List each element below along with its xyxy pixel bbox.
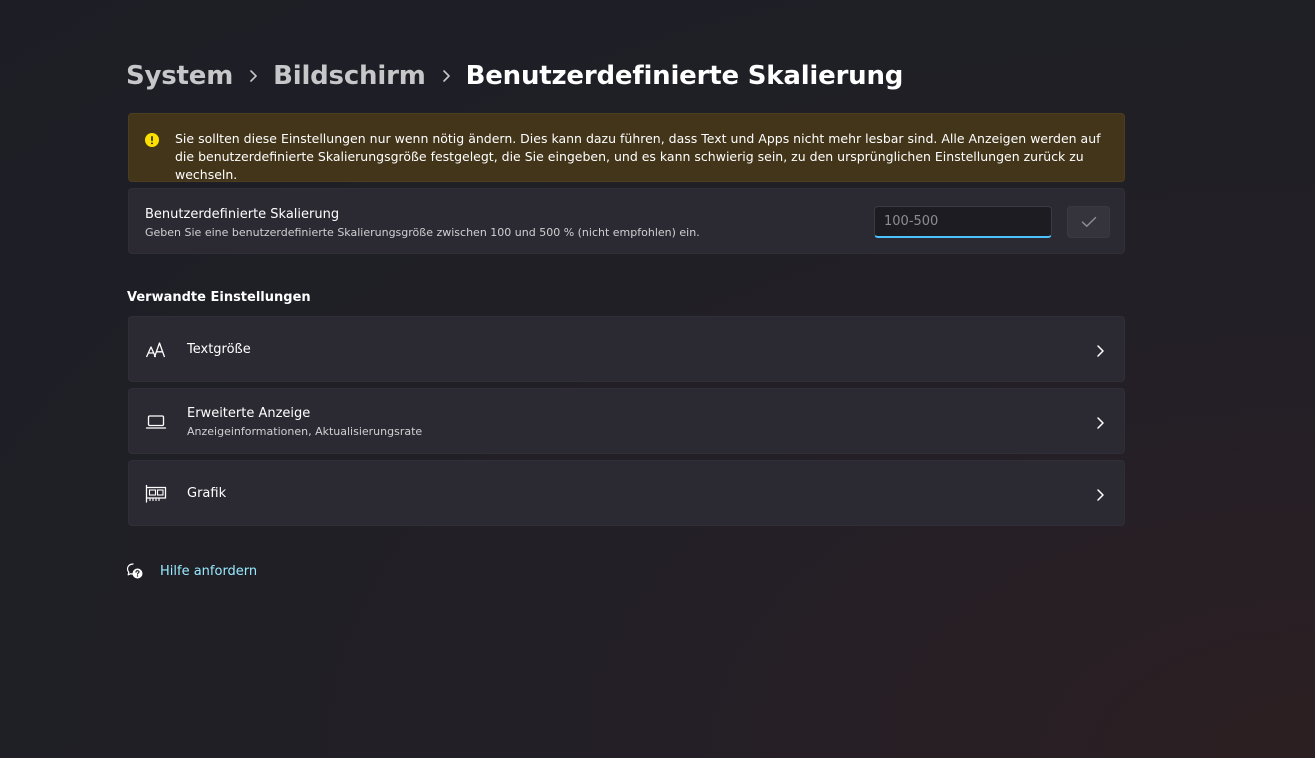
graphics-card-icon xyxy=(145,482,167,504)
page-title: Benutzerdefinierte Skalierung xyxy=(465,61,904,91)
custom-scaling-title: Benutzerdefinierte Skalierung xyxy=(145,207,340,222)
chevron-right-icon xyxy=(233,69,273,83)
warning-banner: Sie sollten diese Einstellungen nur wenn… xyxy=(128,113,1125,182)
custom-scaling-card: Benutzerdefinierte Skalierung Geben Sie … xyxy=(128,188,1125,254)
related-item-subtitle: Anzeigeinformationen, Aktualisierungsrat… xyxy=(187,425,423,438)
chevron-right-icon xyxy=(426,69,466,83)
related-item-advanced-display[interactable]: Erweiterte Anzeige Anzeigeinformationen,… xyxy=(128,388,1125,454)
help-section: Hilfe anfordern xyxy=(126,561,257,581)
scaling-input[interactable] xyxy=(874,206,1052,238)
checkmark-icon xyxy=(1081,216,1096,227)
text-size-icon xyxy=(145,338,167,360)
breadcrumb-item-system[interactable]: System xyxy=(126,61,233,91)
breadcrumb: System Bildschirm Benutzerdefinierte Ska… xyxy=(126,56,903,96)
related-item-label: Erweiterte Anzeige xyxy=(187,406,311,421)
help-link[interactable]: Hilfe anfordern xyxy=(160,564,257,579)
breadcrumb-item-bildschirm[interactable]: Bildschirm xyxy=(273,61,426,91)
warning-text: Sie sollten diese Einstellungen nur wenn… xyxy=(175,131,1101,182)
related-settings-heading: Verwandte Einstellungen xyxy=(127,290,311,305)
chevron-right-icon xyxy=(1094,415,1106,429)
chevron-right-icon xyxy=(1094,343,1106,357)
related-item-label: Grafik xyxy=(187,486,227,501)
custom-scaling-description: Geben Sie eine benutzerdefinierte Skalie… xyxy=(145,226,700,239)
related-item-label: Textgröße xyxy=(187,342,251,357)
laptop-icon xyxy=(145,410,167,432)
related-item-textsize[interactable]: Textgröße xyxy=(128,316,1125,382)
warning-icon xyxy=(145,132,159,147)
help-icon xyxy=(126,562,144,580)
chevron-right-icon xyxy=(1094,487,1106,501)
related-item-graphics[interactable]: Grafik xyxy=(128,460,1125,526)
apply-scaling-button[interactable] xyxy=(1067,206,1110,238)
